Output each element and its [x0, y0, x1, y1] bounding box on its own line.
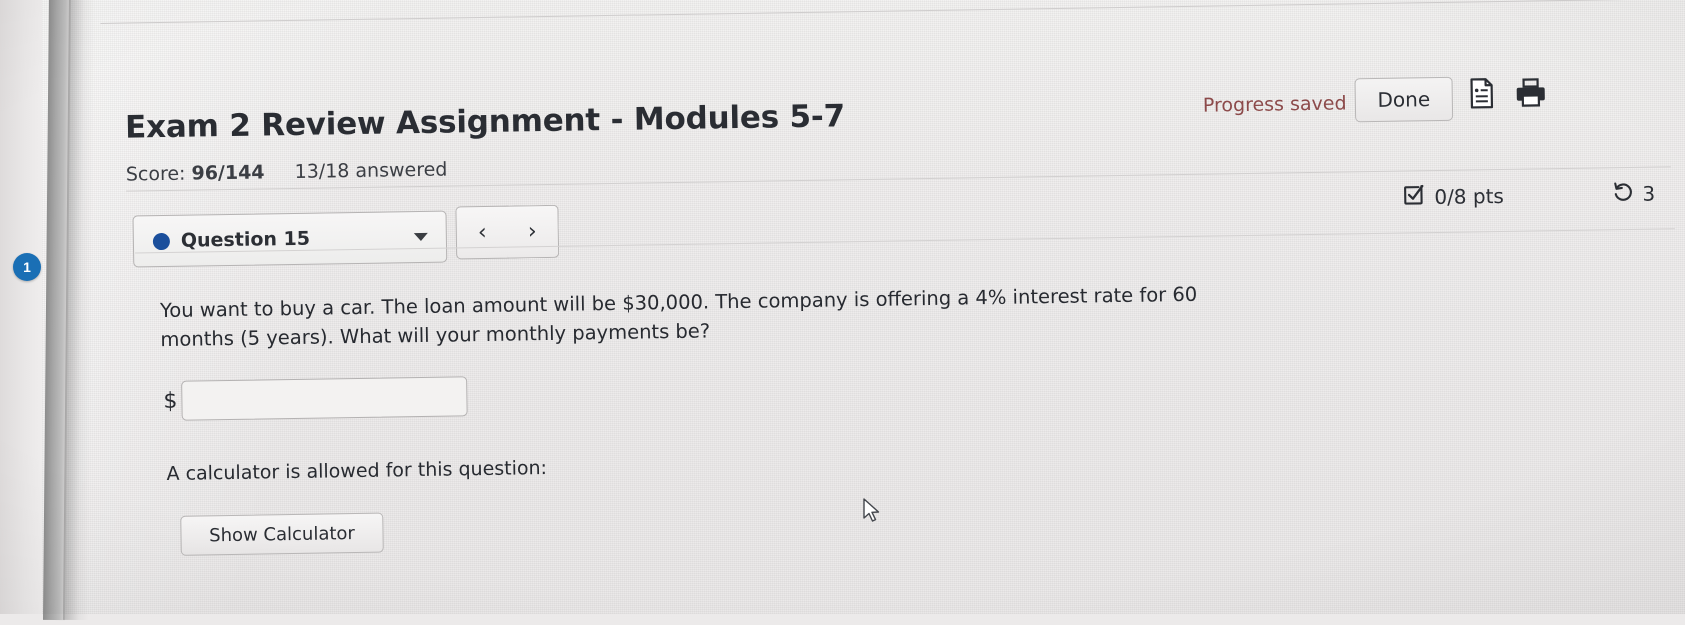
question-select-dropdown[interactable]: Question 15	[132, 211, 447, 268]
answer-input[interactable]	[181, 376, 468, 420]
points-text: 0/8 pts	[1434, 184, 1504, 209]
checkbox-check-icon	[1402, 183, 1425, 211]
progress-saved-status: Progress saved	[1203, 92, 1347, 116]
question-number-badge: 1	[13, 253, 41, 281]
printer-icon[interactable]	[1514, 76, 1547, 112]
document-icon[interactable]	[1467, 77, 1496, 113]
page-title: Exam 2 Review Assignment - Modules 5-7	[125, 98, 845, 145]
score-label: Score:	[126, 163, 186, 186]
answered-count: 13/18 answered	[294, 159, 447, 183]
next-question-button[interactable]: ›	[506, 205, 559, 259]
score-value: 96/144	[191, 161, 264, 184]
chevron-down-icon	[414, 233, 428, 241]
assignment-content: Exam 2 Review Assignment - Modules 5-7 S…	[0, 0, 1685, 625]
question-status-dot	[153, 232, 170, 249]
calculator-note: A calculator is allowed for this questio…	[166, 457, 547, 485]
attempts-status: 3	[1612, 180, 1655, 209]
answer-row: $	[163, 376, 468, 421]
question-select-label: Question 15	[181, 228, 310, 252]
attempts-count: 3	[1642, 182, 1655, 206]
question-text: You want to buy a car. The loan amount w…	[160, 279, 1261, 354]
points-status: 0/8 pts	[1402, 182, 1504, 212]
currency-prefix: $	[163, 388, 177, 413]
previous-question-button[interactable]: ‹	[455, 206, 509, 260]
done-button[interactable]: Done	[1354, 77, 1453, 123]
show-calculator-button[interactable]: Show Calculator	[180, 513, 384, 556]
retry-circular-arrow-icon	[1612, 180, 1635, 208]
score-line: Score: 96/144 13/18 answered	[126, 159, 448, 186]
